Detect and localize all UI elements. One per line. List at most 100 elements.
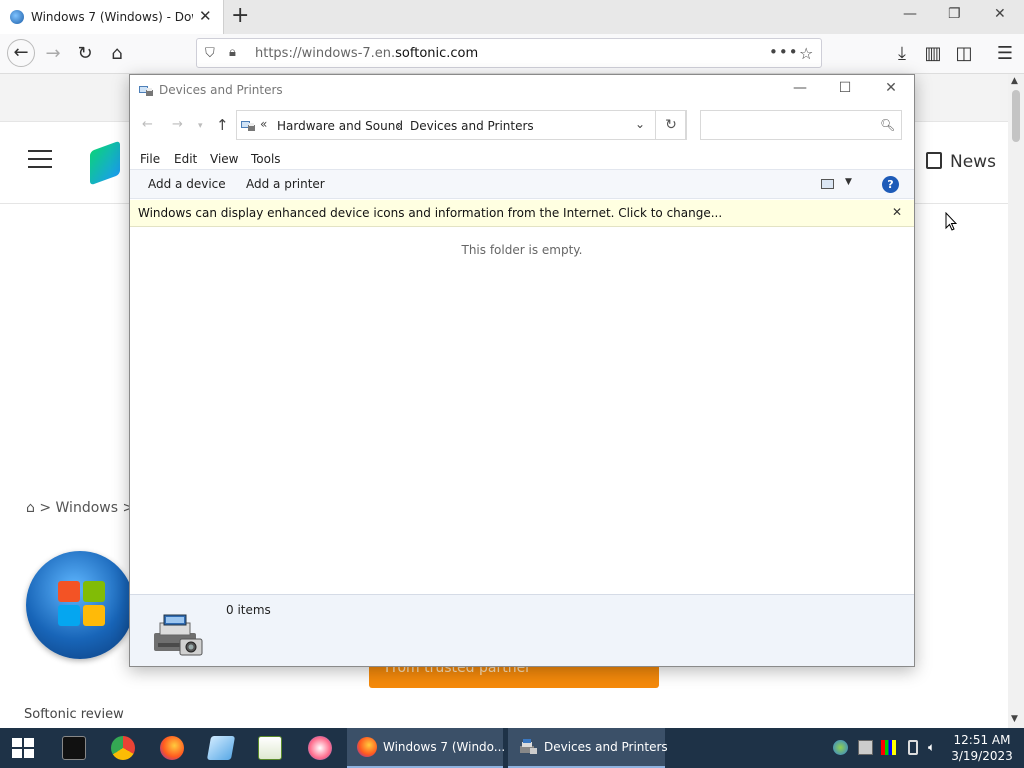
recent-locations-icon[interactable]: ▾ [198, 121, 203, 131]
command-bar: Add a device Add a printer ▼ ? [130, 169, 914, 199]
view-options-dropdown-icon[interactable]: ▼ [845, 177, 852, 187]
folder-content-area[interactable]: This folder is empty. [130, 227, 914, 594]
graphics-app-icon[interactable] [308, 736, 332, 760]
info-bar-message[interactable]: Windows can display enhanced device icon… [138, 206, 722, 220]
forward-button[interactable]: → [40, 41, 66, 67]
browser-restore-button[interactable]: ❐ [948, 6, 961, 22]
search-box[interactable]: 🔍︎ [700, 110, 902, 140]
window-title-bar[interactable]: Devices and Printers — ☐ ✕ [130, 75, 914, 105]
menu-edit[interactable]: Edit [174, 152, 197, 166]
spreadsheet-app-icon[interactable] [258, 736, 282, 760]
taskbar: Windows 7 (Windo... Devices and Printers… [0, 728, 1024, 768]
downloads-icon[interactable]: ⤓ [889, 41, 915, 67]
devices-and-printers-window: Devices and Printers — ☐ ✕ ← → ▾ ↑ « Har… [129, 74, 915, 667]
back-button[interactable]: ← [7, 39, 35, 67]
lock-icon[interactable]: 🔒︎ [229, 45, 236, 60]
window-maximize-button[interactable]: ☐ [825, 80, 865, 96]
tab-title: Windows 7 (Windows) - Download [31, 10, 193, 24]
refresh-icon[interactable]: ↻ [655, 110, 687, 140]
taskbar-task-devices-printers[interactable]: Devices and Printers [508, 728, 668, 768]
devices-printers-app-icon [139, 86, 153, 96]
clock-date: 3/19/2023 [951, 749, 1013, 763]
window-title: Devices and Printers [159, 83, 283, 97]
menu-view[interactable]: View [210, 152, 238, 166]
paint-app-icon[interactable] [206, 736, 236, 760]
path-devices-and-printers[interactable]: Devices and Printers [410, 119, 534, 133]
info-bar[interactable]: Windows can display enhanced device icon… [130, 200, 914, 227]
windows-7-logo [26, 551, 134, 659]
tab-close-icon[interactable]: ✕ [199, 8, 212, 24]
scroll-down-icon[interactable]: ▼ [1011, 714, 1018, 724]
page-scrollbar[interactable]: ▲ ▼ [1008, 74, 1024, 728]
browser-tab-bar: Windows 7 (Windows) - Download ✕ + — ❐ ✕ [0, 0, 1024, 34]
devices-printers-large-icon [154, 614, 203, 656]
task-label: Windows 7 (Windo... [383, 740, 506, 754]
empty-folder-message: This folder is empty. [461, 243, 583, 257]
address-bar[interactable]: ⛉ 🔒︎ https://windows-7.en.softonic.com •… [196, 38, 822, 68]
menu-file[interactable]: File [140, 152, 160, 166]
task-label: Devices and Printers [544, 740, 668, 754]
volume-muted-icon[interactable]: 🔈︎ [928, 740, 943, 755]
bookmark-star-icon[interactable]: ☆ [799, 44, 813, 63]
path-separator-icon[interactable]: › [396, 119, 401, 133]
address-dropdown-icon[interactable]: ⌄ [635, 117, 645, 131]
shield-icon[interactable]: ⛉ [205, 46, 215, 61]
menu-tools[interactable]: Tools [251, 152, 281, 166]
address-toolbar: ← → ▾ ↑ « Hardware and Sound › Devices a… [130, 108, 914, 142]
page-actions-icon[interactable]: ••• [769, 43, 799, 61]
menu-bar: File Edit View Tools [130, 148, 914, 170]
command-prompt-icon[interactable] [62, 736, 86, 760]
network-status-icon[interactable] [858, 740, 873, 755]
firefox-icon[interactable] [160, 736, 184, 760]
up-one-level-icon[interactable]: ↑ [216, 116, 229, 134]
breadcrumb-address-box[interactable]: « Hardware and Sound › Devices and Print… [236, 110, 686, 140]
library-icon[interactable]: ▥ [920, 41, 946, 67]
hamburger-menu-icon[interactable] [28, 150, 52, 168]
breadcrumb: ⌂ > Windows > [26, 500, 134, 516]
reload-button[interactable]: ↻ [72, 41, 98, 67]
network-globe-icon[interactable] [833, 740, 848, 755]
window-minimize-button[interactable]: — [780, 80, 820, 96]
devices-printers-task-icon [520, 739, 537, 754]
help-icon[interactable]: ? [882, 176, 899, 193]
home-icon[interactable]: ⌂ [26, 500, 35, 516]
path-hardware-and-sound[interactable]: Hardware and Sound [277, 119, 403, 133]
start-button[interactable] [12, 738, 34, 758]
review-heading: Softonic review [24, 707, 124, 722]
browser-tab[interactable]: Windows 7 (Windows) - Download ✕ [0, 0, 224, 34]
explorer-back-icon[interactable]: ← [142, 117, 153, 132]
scrollbar-thumb[interactable] [1012, 90, 1020, 142]
search-icon[interactable]: 🔍︎ [880, 118, 895, 132]
scroll-up-icon[interactable]: ▲ [1011, 76, 1018, 86]
info-bar-close-icon[interactable]: ✕ [892, 205, 902, 219]
explorer-forward-icon[interactable]: → [172, 117, 183, 132]
url-text[interactable]: https://windows-7.en.softonic.com [255, 46, 478, 61]
control-panel-icon [241, 121, 255, 131]
display-settings-icon[interactable] [881, 740, 896, 755]
change-view-icon[interactable] [821, 179, 834, 189]
home-button[interactable]: ⌂ [104, 41, 130, 67]
sidebar-icon[interactable]: ◫ [951, 41, 977, 67]
system-clock[interactable]: 12:51 AM 3/19/2023 [950, 732, 1014, 764]
new-tab-button[interactable]: + [231, 4, 249, 28]
battery-icon[interactable] [908, 740, 918, 755]
chrome-icon[interactable] [111, 736, 135, 760]
firefox-task-icon [357, 737, 377, 757]
details-pane: 0 items [130, 594, 914, 666]
app-menu-icon[interactable]: ☰ [992, 41, 1018, 67]
path-overflow-icon[interactable]: « [260, 117, 267, 131]
window-close-button[interactable]: ✕ [871, 80, 911, 96]
browser-close-button[interactable]: ✕ [994, 6, 1006, 22]
mouse-cursor-icon [945, 212, 957, 231]
softonic-logo[interactable] [90, 140, 120, 186]
taskbar-task-firefox[interactable]: Windows 7 (Windo... [347, 728, 506, 768]
browser-nav-bar: ← → ↻ ⌂ ⛉ 🔒︎ https://windows-7.en.softon… [0, 34, 1024, 74]
news-link[interactable]: News [926, 152, 996, 172]
browser-minimize-button[interactable]: — [903, 6, 917, 22]
add-device-button[interactable]: Add a device [148, 177, 226, 191]
item-count: 0 items [226, 603, 271, 617]
newspaper-icon [926, 152, 942, 169]
breadcrumb-trail[interactable]: > Windows > [39, 500, 134, 516]
clock-time: 12:51 AM [953, 733, 1011, 747]
add-printer-button[interactable]: Add a printer [246, 177, 325, 191]
